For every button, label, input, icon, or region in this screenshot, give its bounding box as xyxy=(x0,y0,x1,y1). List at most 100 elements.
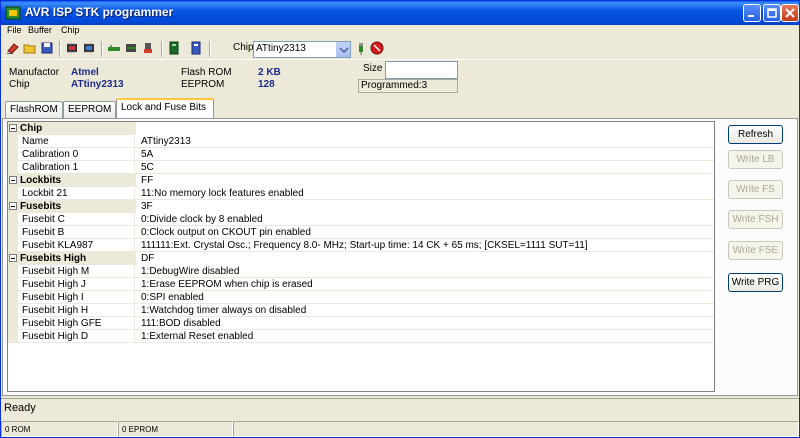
property-name: Fusebit High I xyxy=(20,291,135,304)
tab-eeprom[interactable]: EEPROM xyxy=(63,101,116,118)
connect-icon[interactable] xyxy=(107,41,121,55)
grid-property-row[interactable]: Name ATtiny2313 xyxy=(8,135,714,148)
status-bar: Ready xyxy=(1,398,799,418)
tab-lock-fuse-bits[interactable]: Lock and Fuse Bits xyxy=(116,98,214,118)
toolbar-separator xyxy=(101,41,103,57)
row-gutter xyxy=(8,226,18,239)
menu-file[interactable]: File xyxy=(7,25,22,35)
erase-icon[interactable] xyxy=(6,41,20,55)
property-value[interactable]: 3F xyxy=(136,200,714,213)
refresh-button[interactable]: Refresh xyxy=(728,125,783,144)
write-lb-button[interactable]: Write LB xyxy=(728,150,783,169)
property-value[interactable]: FF xyxy=(136,174,714,187)
property-value[interactable] xyxy=(136,122,714,135)
grid-property-row[interactable]: Fusebit KLA987 111111:Ext. Crystal Osc.; … xyxy=(8,239,714,252)
grid-property-row[interactable]: Fusebit High M 1:DebugWire disabled xyxy=(8,265,714,278)
eeprom-icon[interactable] xyxy=(189,41,203,55)
property-value[interactable]: 111111:Ext. Crystal Osc.; Frequency 8.0-… xyxy=(136,239,714,252)
property-name: Lockbits xyxy=(20,175,62,186)
collapse-icon[interactable] xyxy=(9,202,17,210)
app-icon xyxy=(5,6,21,20)
property-name: Fusebit High D xyxy=(20,330,135,343)
property-name: Fusebit C xyxy=(20,213,135,226)
close-button[interactable] xyxy=(781,4,799,22)
grid-property-row[interactable]: Fusebit B 0:Clock output on CKOUT pin ena… xyxy=(8,226,714,239)
row-gutter xyxy=(8,135,18,148)
grid-category-row[interactable]: Fusebits 3F xyxy=(8,200,714,213)
property-name: Fusebits High xyxy=(20,253,87,264)
grid-category-row[interactable]: Fusebits High DF xyxy=(8,252,714,265)
grid-property-row[interactable]: Fusebit High GFE 111:BOD disabled xyxy=(8,317,714,330)
read-chip-icon[interactable] xyxy=(65,41,79,55)
grid-category-row[interactable]: Lockbits FF xyxy=(8,174,714,187)
window-title: AVR ISP STK programmer xyxy=(25,5,174,19)
collapse-icon[interactable] xyxy=(9,254,17,262)
property-value[interactable]: 111:BOD disabled xyxy=(136,317,714,330)
toolbar xyxy=(1,39,799,59)
property-value[interactable]: 5C xyxy=(136,161,714,174)
grid-property-row[interactable]: Fusebit High J 1:Erase EEPROM when chip i… xyxy=(8,278,714,291)
maximize-button[interactable] xyxy=(763,4,781,22)
property-value[interactable]: 0:SPI enabled xyxy=(136,291,714,304)
row-gutter xyxy=(8,278,18,291)
row-gutter xyxy=(8,239,18,252)
property-name: Calibration 1 xyxy=(20,161,135,174)
grid-property-row[interactable]: Calibration 1 5C xyxy=(8,161,714,174)
grid-property-row[interactable]: Fusebit High D 1:External Reset enabled xyxy=(8,330,714,343)
row-gutter xyxy=(8,330,18,343)
title-bar[interactable]: AVR ISP STK programmer xyxy=(1,1,799,25)
programmed-counter: Programmed:3 xyxy=(358,79,458,93)
chip-select[interactable]: ATtiny2313 xyxy=(253,41,351,58)
grid-property-row[interactable]: Calibration 0 5A xyxy=(8,148,714,161)
row-gutter xyxy=(8,304,18,317)
eeprom-value: 128 xyxy=(258,79,275,90)
property-value[interactable]: 1:DebugWire disabled xyxy=(136,265,714,278)
collapse-icon[interactable] xyxy=(9,124,17,132)
chevron-down-icon[interactable] xyxy=(336,42,350,57)
write-prg-button[interactable]: Write PRG xyxy=(728,273,783,292)
manufactor-value: Atmel xyxy=(71,67,99,78)
grid-property-row[interactable]: Lockbit 21 11:No memory lock features ena… xyxy=(8,187,714,200)
grid-property-row[interactable]: Fusebit C 0:Divide clock by 8 enabled xyxy=(8,213,714,226)
toolbar-separator xyxy=(209,41,211,57)
write-fse-button[interactable]: Write FSE xyxy=(728,241,783,260)
grid-property-row[interactable]: Fusebit High I 0:SPI enabled xyxy=(8,291,714,304)
device-icon[interactable] xyxy=(124,41,138,55)
reset-icon[interactable] xyxy=(141,41,155,55)
stop-icon[interactable] xyxy=(370,41,384,55)
toolbar-separator xyxy=(59,41,61,57)
flash-icon[interactable] xyxy=(167,41,181,55)
open-icon[interactable] xyxy=(23,41,37,55)
grid-property-row[interactable]: Fusebit High H 1:Watchdog timer always on… xyxy=(8,304,714,317)
property-value[interactable]: 1:Erase EEPROM when chip is erased xyxy=(136,278,714,291)
manufactor-label: Manufactor xyxy=(9,67,60,78)
property-value[interactable]: DF xyxy=(136,252,714,265)
tab-flashrom[interactable]: FlashROM xyxy=(5,101,63,118)
collapse-icon[interactable] xyxy=(9,176,17,184)
close-icon xyxy=(785,8,795,18)
status-pane xyxy=(233,421,799,437)
write-fs-button[interactable]: Write FS xyxy=(728,180,783,199)
fuse-property-grid[interactable]: Chip Name ATtiny2313 Calibration 0 5A Calibra… xyxy=(7,121,715,392)
menu-bar: File Buffer Chip xyxy=(1,25,799,39)
property-value[interactable]: ATtiny2313 xyxy=(136,135,714,148)
property-value[interactable]: 1:Watchdog timer always on disabled xyxy=(136,304,714,317)
size-field[interactable] xyxy=(385,61,458,79)
eeprom-status: 0 EPROM xyxy=(118,421,233,437)
minimize-button[interactable] xyxy=(743,4,761,22)
property-value[interactable]: 1:External Reset enabled xyxy=(136,330,714,343)
write-chip-icon[interactable] xyxy=(82,41,96,55)
write-fsh-button[interactable]: Write FSH xyxy=(728,210,783,229)
plug-icon[interactable] xyxy=(354,41,368,55)
row-gutter xyxy=(8,291,18,304)
property-name: Fusebits xyxy=(20,201,62,212)
menu-buffer[interactable]: Buffer xyxy=(28,25,52,35)
property-value[interactable]: 5A xyxy=(136,148,714,161)
property-value[interactable]: 0:Clock output on CKOUT pin enabled xyxy=(136,226,714,239)
grid-category-row[interactable]: Chip xyxy=(8,122,714,135)
menu-chip[interactable]: Chip xyxy=(61,25,80,35)
save-icon[interactable] xyxy=(40,41,54,55)
property-name: Fusebit High J xyxy=(20,278,135,291)
property-value[interactable]: 0:Divide clock by 8 enabled xyxy=(136,213,714,226)
property-value[interactable]: 11:No memory lock features enabled xyxy=(136,187,714,200)
